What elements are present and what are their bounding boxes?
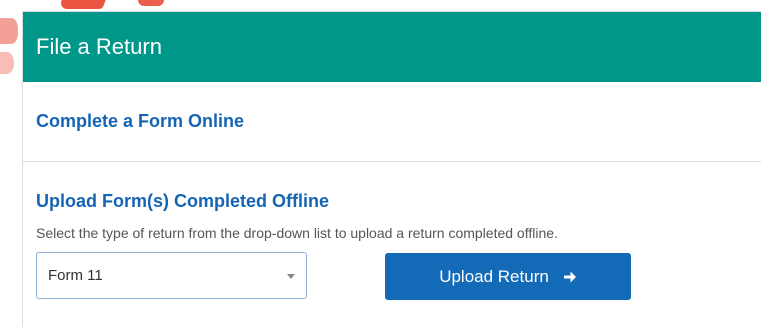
return-type-select[interactable]: Form 11 [36, 252, 307, 299]
upload-controls: Form 11 Upload Return [36, 252, 761, 302]
background-decoration [58, 0, 106, 9]
screen: File a Return Complete a Form Online Upl… [0, 0, 761, 327]
background-decoration [0, 18, 18, 44]
panel-title: File a Return [36, 34, 162, 59]
online-section: Complete a Form Online [23, 82, 761, 162]
upload-return-label: Upload Return [439, 266, 549, 286]
offline-help-text: Select the type of return from the drop-… [36, 225, 558, 241]
complete-form-online-link[interactable]: Complete a Form Online [36, 111, 244, 132]
arrow-right-icon [563, 270, 577, 284]
chevron-down-icon [287, 274, 295, 279]
offline-section: Upload Form(s) Completed Offline Select … [23, 162, 761, 302]
upload-offline-heading[interactable]: Upload Form(s) Completed Offline [36, 191, 761, 212]
upload-return-button[interactable]: Upload Return [385, 253, 631, 300]
return-type-select-value: Form 11 [48, 267, 103, 284]
panel-header: File a Return [23, 12, 761, 82]
file-return-panel: File a Return Complete a Form Online Upl… [22, 11, 761, 327]
background-decoration [0, 52, 14, 74]
background-decoration [138, 0, 164, 6]
